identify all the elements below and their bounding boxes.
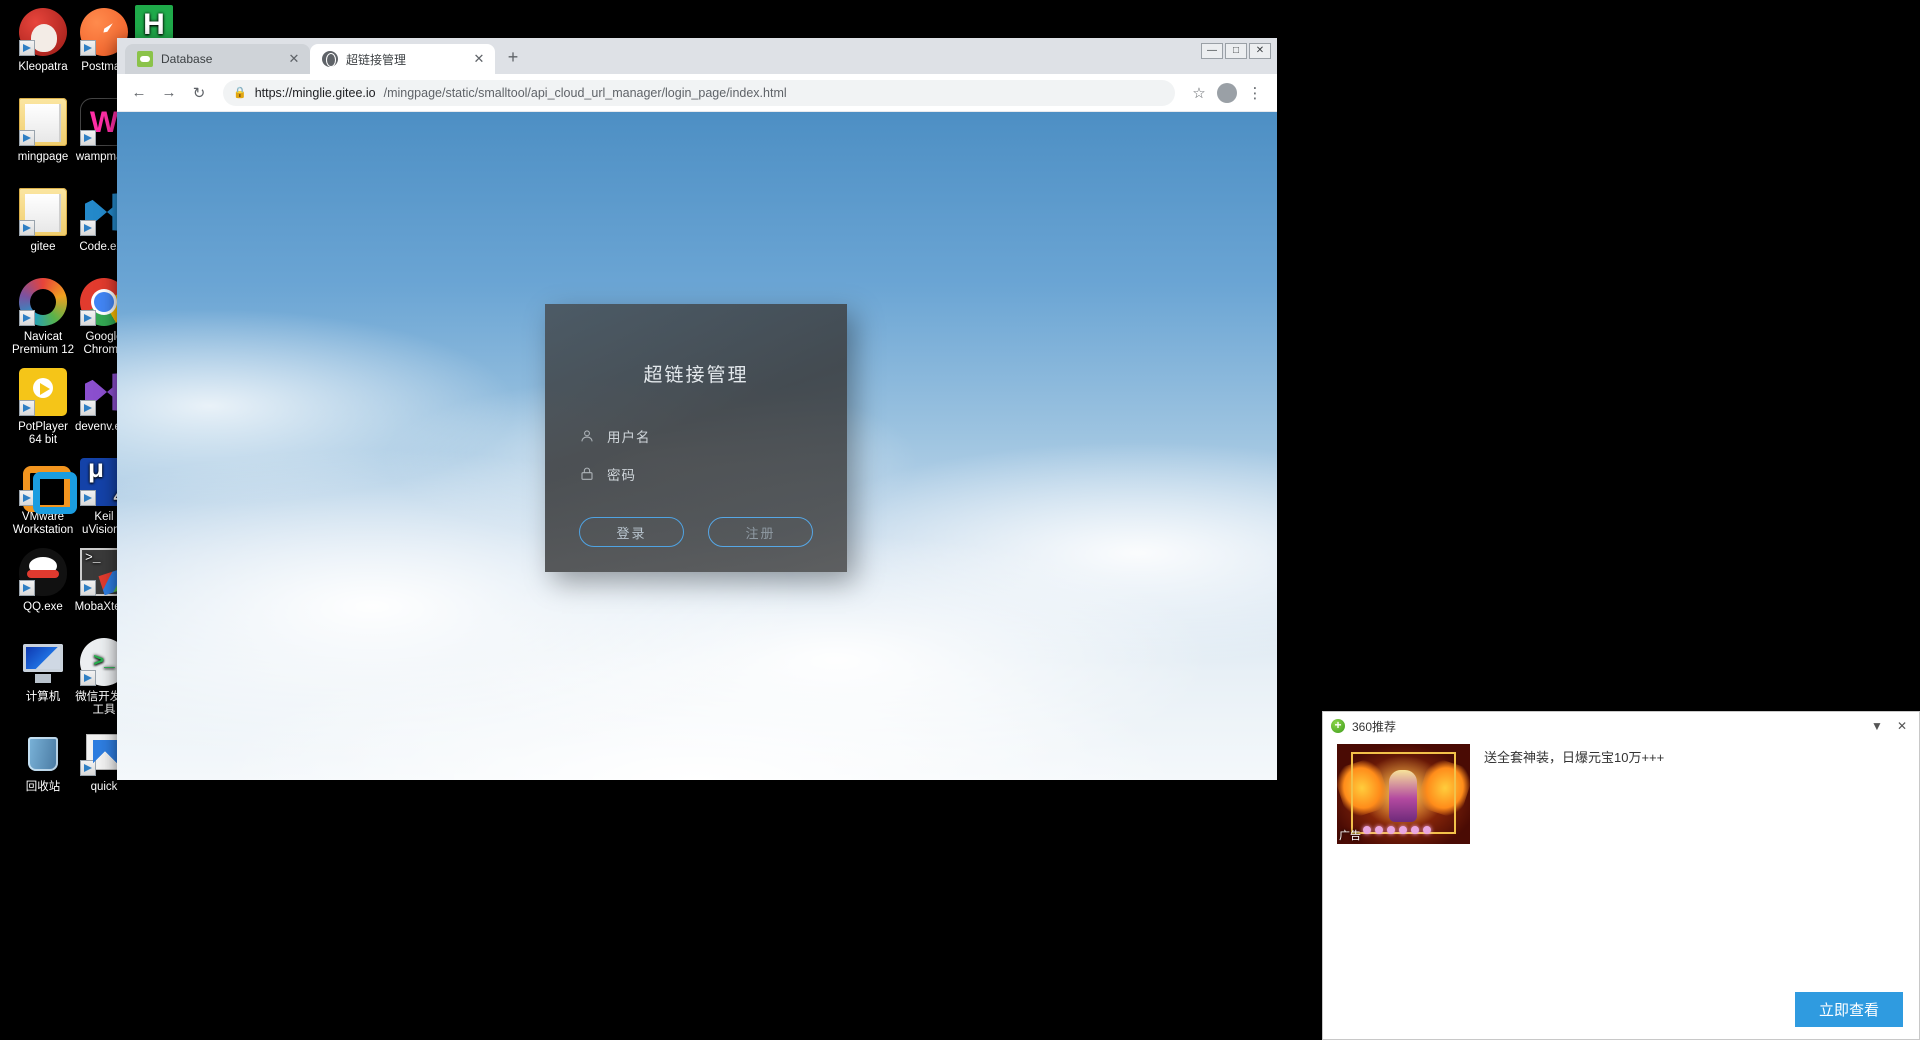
- ad-thumbnail[interactable]: 广告: [1337, 744, 1470, 844]
- qq-icon: [19, 548, 67, 596]
- computer-icon: [19, 638, 67, 686]
- globe-icon: [322, 51, 338, 67]
- login-button[interactable]: 登录: [579, 517, 684, 547]
- tab-0[interactable]: Database ✕: [125, 44, 310, 74]
- tab-strip: Database ✕ 超链接管理 ✕ +: [117, 38, 1277, 74]
- login-button-row: 登录 注册: [579, 517, 813, 547]
- folder-icon: [19, 98, 67, 146]
- ad-art-frame: [1351, 752, 1456, 834]
- shortcut-arrow-icon: [80, 490, 96, 506]
- desktop-icon-label: quick: [90, 781, 118, 793]
- shortcut-arrow-icon: [19, 580, 35, 596]
- url-path: /mingpage/static/smalltool/api_cloud_url…: [383, 85, 787, 100]
- ad-popup-footer: 立即查看: [1323, 992, 1919, 1039]
- database-icon: [137, 51, 153, 67]
- ad-cta-button[interactable]: 立即查看: [1794, 992, 1903, 1027]
- shortcut-arrow-icon: [19, 40, 35, 56]
- shortcut-arrow-icon: [80, 40, 96, 56]
- shortcut-arrow-icon: [80, 130, 96, 146]
- recycle-bin-icon: [19, 728, 67, 776]
- forward-icon[interactable]: →: [155, 79, 183, 107]
- page-title: 超链接管理: [643, 365, 749, 386]
- tab-1[interactable]: 超链接管理 ✕: [310, 44, 495, 74]
- lock-icon: 🔒: [233, 87, 247, 99]
- shortcut-arrow-icon: [19, 400, 35, 416]
- toolbar-right-group: ☆ ⋮: [1185, 79, 1269, 107]
- ad-popup-header: 360推荐 ▼ ✕: [1323, 712, 1919, 740]
- reload-icon[interactable]: ↻: [185, 79, 213, 107]
- shortcut-arrow-icon: [80, 400, 96, 416]
- minimize-button[interactable]: —: [1201, 43, 1223, 59]
- vmware-icon: [19, 458, 77, 514]
- username-field[interactable]: 用户名: [579, 421, 813, 451]
- shortcut-arrow-icon: [19, 130, 35, 146]
- register-button[interactable]: 注册: [708, 517, 813, 547]
- url-host: https://minglie.gitee.io: [254, 85, 376, 100]
- avatar[interactable]: [1217, 82, 1237, 103]
- shortcut-arrow-icon: [80, 760, 96, 776]
- back-icon[interactable]: ←: [125, 79, 153, 107]
- kleopatra-icon: [19, 8, 67, 56]
- shortcut-arrow-icon: [80, 670, 96, 686]
- ad-text: 送全套神装，日爆元宝10万+++: [1484, 750, 1665, 765]
- ad-label: 广告: [1339, 830, 1361, 842]
- 360-logo-icon: [1331, 719, 1345, 733]
- address-bar[interactable]: 🔒 https://minglie.gitee.io/mingpage/stat…: [223, 79, 1175, 106]
- potplayer-icon: [19, 368, 67, 416]
- new-tab-button[interactable]: +: [499, 44, 527, 72]
- shortcut-arrow-icon: [80, 580, 96, 596]
- ad-art-gems: [1363, 826, 1431, 834]
- menu-kebab-icon[interactable]: ⋮: [1241, 79, 1269, 107]
- navicat-icon: [19, 278, 67, 326]
- page-viewport: 超链接管理 用户名 密码 登录 注册: [117, 112, 1277, 780]
- close-button[interactable]: ✕: [1249, 43, 1271, 59]
- tab-title: Database: [161, 52, 213, 66]
- chevron-down-icon[interactable]: ▼: [1868, 717, 1886, 735]
- window-controls: — □ ✕: [1201, 43, 1271, 59]
- lock-icon: [579, 466, 595, 482]
- shortcut-arrow-icon: [19, 490, 35, 506]
- shortcut-arrow-icon: [80, 220, 96, 236]
- browser-titlebar: Database ✕ 超链接管理 ✕ + — □ ✕: [117, 38, 1277, 74]
- shortcut-arrow-icon: [80, 310, 96, 326]
- close-icon[interactable]: ✕: [1893, 717, 1911, 735]
- shortcut-arrow-icon: [19, 310, 35, 326]
- tab-close-icon[interactable]: ✕: [471, 51, 487, 67]
- user-icon: [579, 428, 595, 444]
- folder-icon: [19, 188, 67, 236]
- shortcut-arrow-icon: [19, 220, 35, 236]
- login-card: 超链接管理 用户名 密码 登录 注册: [545, 304, 847, 572]
- chrome-browser-window: Database ✕ 超链接管理 ✕ + — □ ✕ ← → ↻ 🔒 https://m…: [117, 38, 1277, 780]
- password-value: 密码: [607, 468, 636, 483]
- desktop: KleopatraPostmanmingpagewampma...giteeCo…: [0, 0, 1920, 1040]
- maximize-button[interactable]: □: [1225, 43, 1247, 59]
- bookmark-star-icon[interactable]: ☆: [1185, 79, 1213, 107]
- browser-toolbar: ← → ↻ 🔒 https://minglie.gitee.io/mingpag…: [117, 74, 1277, 112]
- tab-title: 超链接管理: [346, 52, 407, 67]
- ad-popup: 360推荐 ▼ ✕ 广告 送全套神装，日爆元宝10万+++ 立即查看: [1322, 711, 1920, 1040]
- username-value: 用户名: [607, 430, 651, 445]
- tab-close-icon[interactable]: ✕: [286, 51, 302, 67]
- ad-popup-title: 360推荐: [1352, 719, 1397, 734]
- ad-popup-body: 广告 送全套神装，日爆元宝10万+++: [1323, 740, 1919, 992]
- password-field[interactable]: 密码: [579, 459, 813, 489]
